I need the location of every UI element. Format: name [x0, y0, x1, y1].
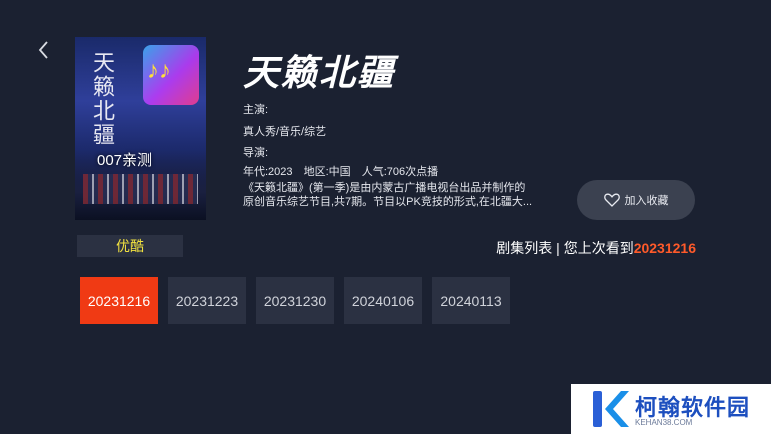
poster-badge: 007亲测 — [97, 152, 153, 169]
watermark-subtext: KEHAN38.COM — [635, 418, 693, 427]
episode-button[interactable]: 20231216 — [80, 277, 158, 324]
info-row: 年代:2023 地区:中国 人气:706次点播 — [243, 163, 438, 179]
poster-image: ♪♪ 天籁北疆 007亲测 — [75, 37, 206, 220]
episode-list-title: 剧集列表 | 您上次看到 — [496, 240, 634, 256]
last-watched-episode: 20231216 — [633, 240, 696, 256]
source-tab-youku[interactable]: 优酷 — [77, 235, 183, 257]
watermark: 柯翰软件园 KEHAN38.COM — [571, 384, 771, 434]
poster-title: 天籁北疆 — [89, 51, 114, 147]
year-label: 年代:2023 — [243, 166, 293, 178]
watermark-logo-icon — [593, 391, 629, 427]
episode-button[interactable]: 20231223 — [168, 277, 246, 324]
description-line: 原创音乐综艺节目,共7期。节目以PK竞技的形式,在北疆大... — [243, 196, 533, 208]
add-favorite-label: 加入收藏 — [624, 195, 669, 207]
show-title: 天籁北疆 — [243, 52, 396, 93]
description-line: 《天籁北疆》(第一季)是由内蒙古广播电视台出品并制作的 — [243, 182, 526, 194]
add-favorite-button[interactable]: 加入收藏 — [577, 180, 695, 220]
chevron-left-icon — [38, 41, 48, 59]
heart-icon — [603, 193, 620, 207]
poster-logo-mark: ♪♪ — [147, 57, 171, 84]
episode-button[interactable]: 20240113 — [432, 277, 510, 324]
description: 《天籁北疆》(第一季)是由内蒙古广播电视台出品并制作的 原创音乐综艺节目,共7期… — [243, 181, 555, 209]
director-label: 导演: — [243, 147, 269, 159]
starring-label: 主演: — [243, 104, 269, 116]
back-button[interactable] — [34, 38, 54, 62]
region-label: 地区:中国 — [303, 166, 351, 178]
genre-label: 真人秀/音乐/综艺 — [243, 126, 327, 138]
episode-button[interactable]: 20231230 — [256, 277, 334, 324]
popularity-label: 人气:706次点播 — [361, 166, 439, 178]
episode-button[interactable]: 20240106 — [344, 277, 422, 324]
episode-list: 20231216 20231223 20231230 20240106 2024… — [80, 277, 510, 324]
episode-list-header: 剧集列表 | 您上次看到20231216 — [496, 238, 696, 258]
poster-performers — [83, 174, 198, 204]
